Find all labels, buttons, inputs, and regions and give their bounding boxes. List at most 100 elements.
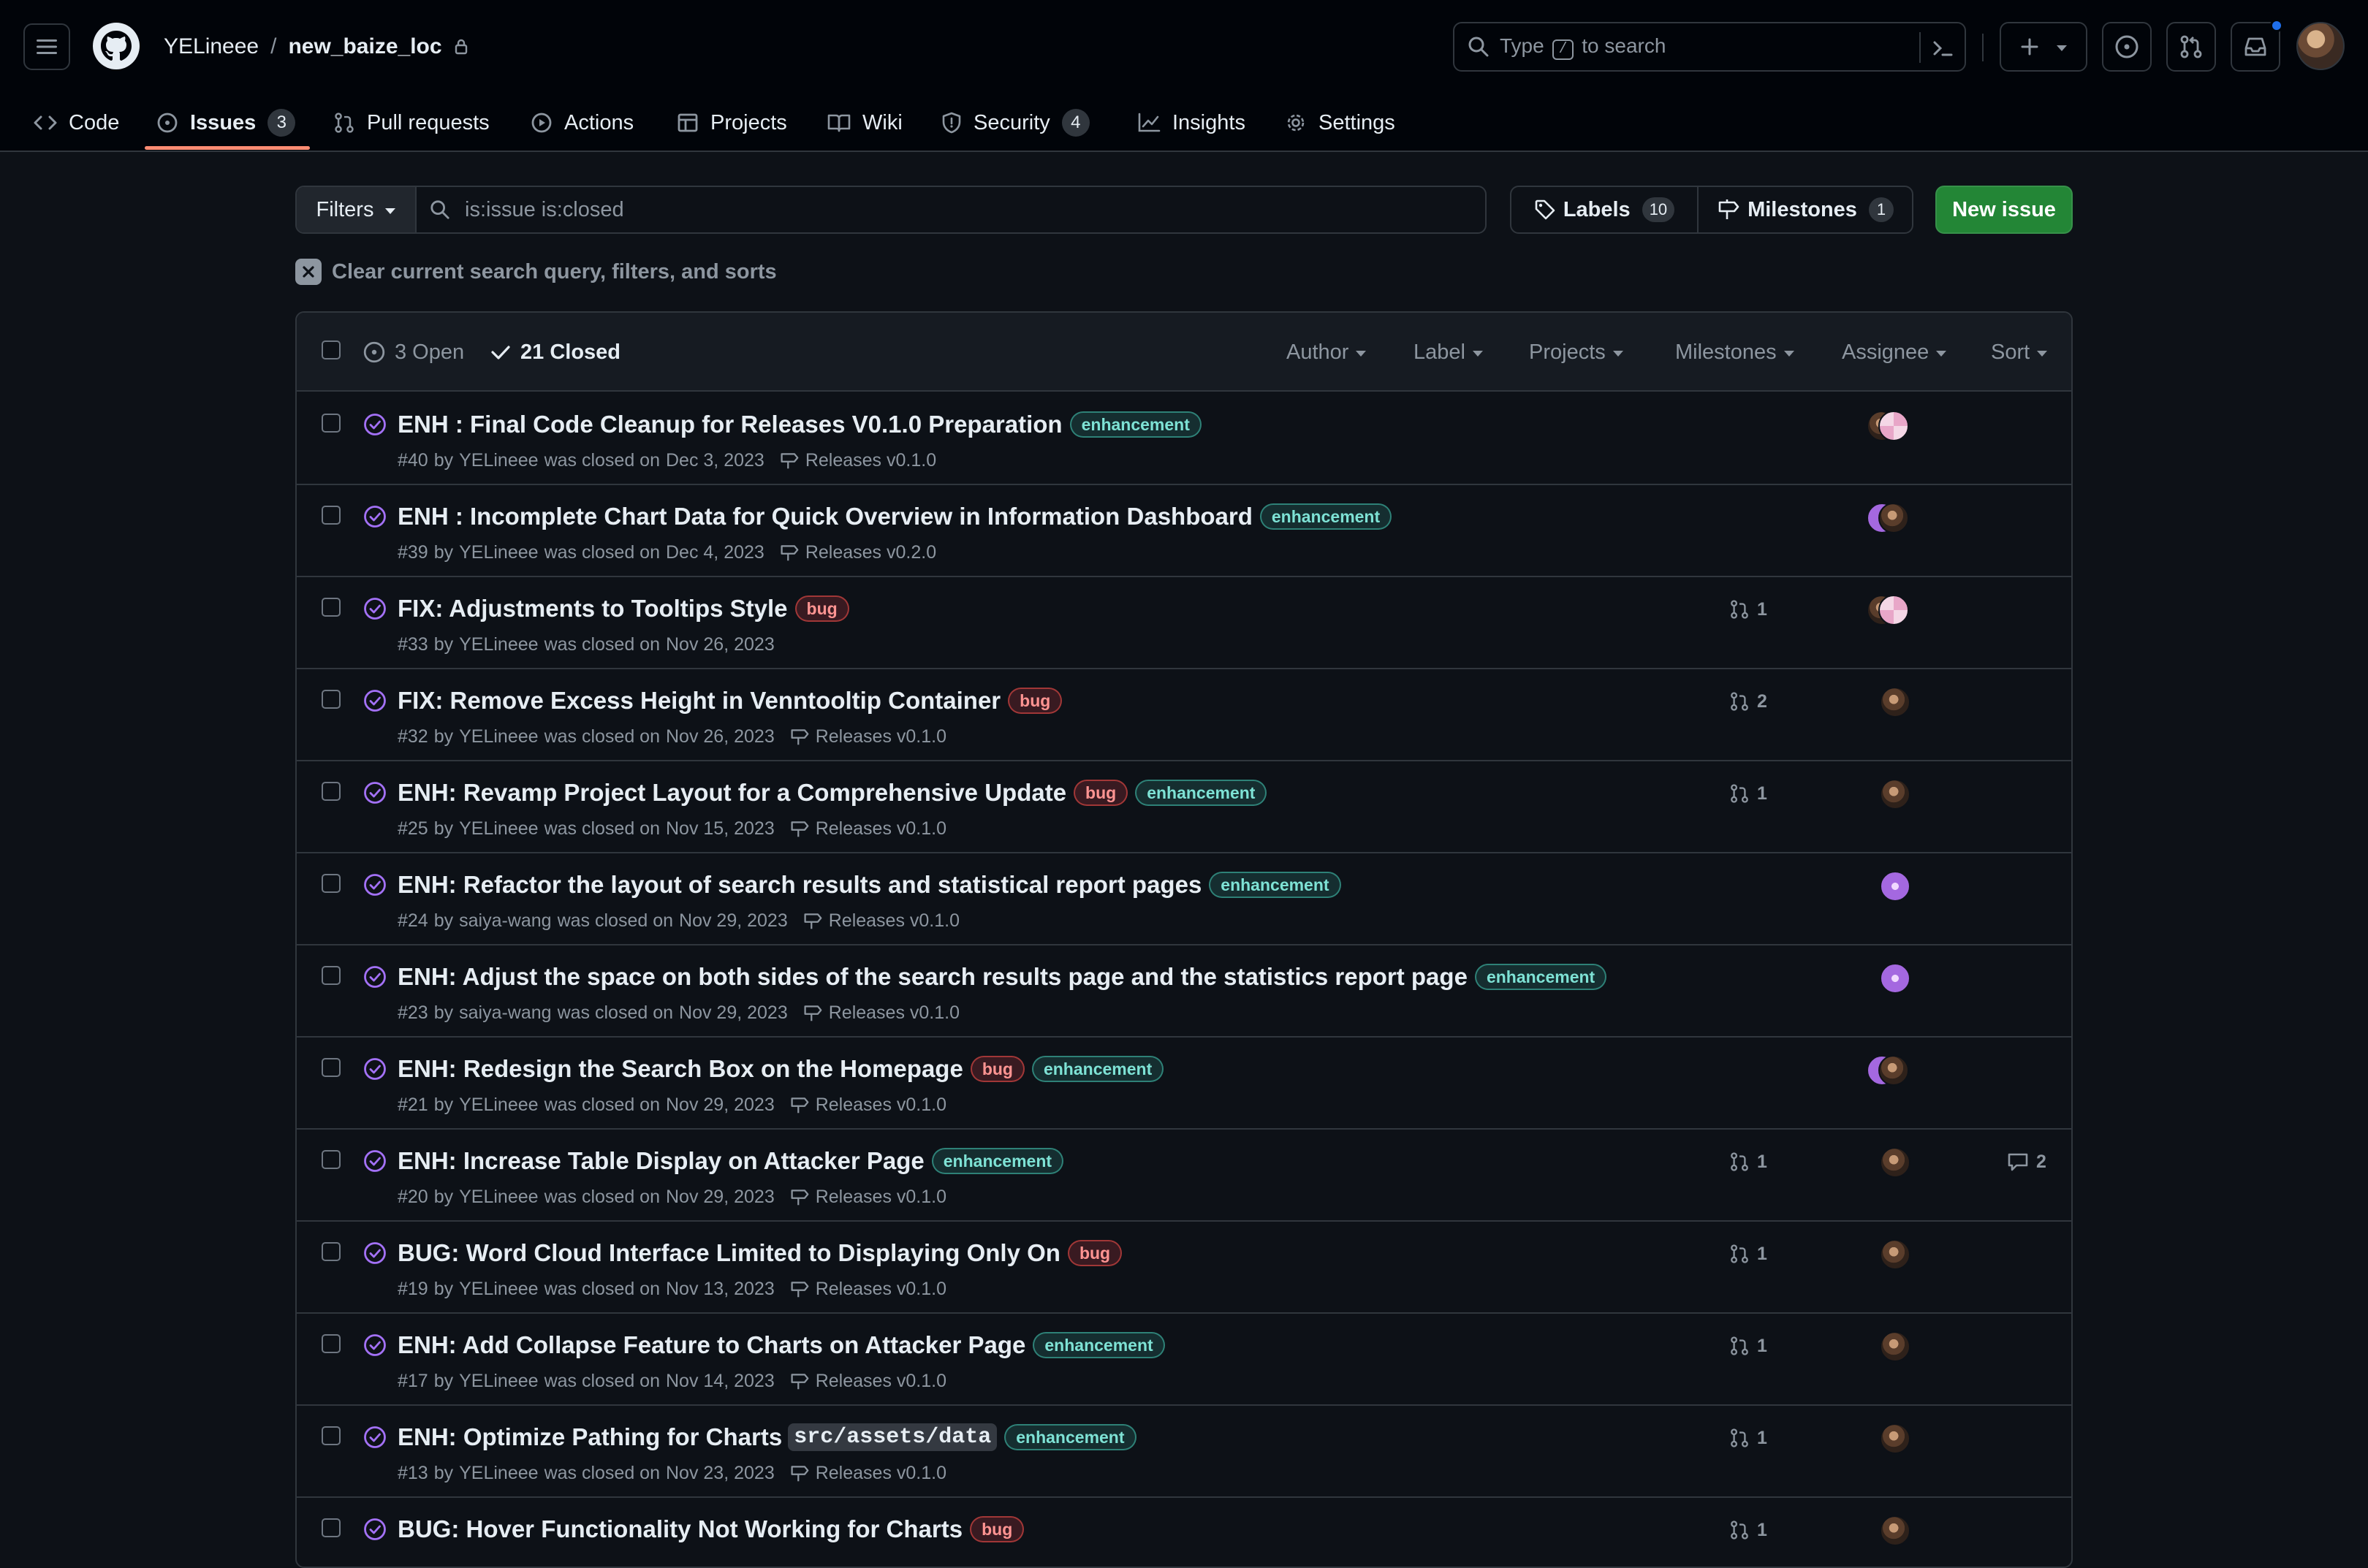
issue-author-link[interactable]: YELineee: [459, 542, 538, 563]
repo-name-link[interactable]: new_baize_loc: [288, 34, 441, 59]
new-issue-button[interactable]: New issue: [1935, 186, 2073, 234]
issue-select-checkbox[interactable]: [322, 1426, 341, 1445]
issue-select-checkbox[interactable]: [322, 1058, 341, 1077]
sort-dropdown[interactable]: Sort: [1991, 338, 2048, 367]
issue-author-link[interactable]: YELineee: [459, 634, 538, 655]
linked-pr-link[interactable]: 1: [1729, 780, 1767, 807]
menu-button[interactable]: [23, 23, 70, 70]
label-bug[interactable]: bug: [794, 595, 849, 622]
issue-row[interactable]: BUG: Word Cloud Interface Limited to Dis…: [297, 1222, 2071, 1314]
issue-row[interactable]: FIX: Remove Excess Height in Venntooltip…: [297, 669, 2071, 761]
issue-row[interactable]: BUG: Hover Functionality Not Working for…: [297, 1498, 2071, 1567]
assignee-avatars[interactable]: [1867, 1239, 1913, 1274]
issue-row[interactable]: ENH: Increase Table Display on Attacker …: [297, 1130, 2071, 1222]
issue-milestone-link[interactable]: Releases v0.1.0: [789, 1279, 946, 1300]
issue-row[interactable]: ENH: Optimize Pathing for Charts src/asse…: [297, 1406, 2071, 1498]
label-enhancement[interactable]: enhancement: [1135, 780, 1267, 806]
projects-filter-dropdown[interactable]: Projects: [1529, 338, 1623, 367]
label-enhancement[interactable]: enhancement: [1209, 872, 1341, 898]
issue-title-link[interactable]: ENH: Redesign the Search Box on the Home…: [398, 1055, 963, 1083]
assignee-avatars[interactable]: [1867, 1515, 1913, 1550]
repo-owner-link[interactable]: YELineee: [164, 34, 259, 59]
linked-pr-link[interactable]: 1: [1729, 1333, 1767, 1359]
issue-title-link[interactable]: ENH: Adjust the space on both sides of t…: [398, 963, 1468, 991]
issue-row[interactable]: ENH : Final Code Cleanup for Releases V0…: [297, 393, 2071, 485]
label-enhancement[interactable]: enhancement: [931, 1148, 1064, 1174]
author-filter-dropdown[interactable]: Author: [1286, 338, 1367, 367]
label-bug[interactable]: bug: [970, 1056, 1025, 1082]
label-bug[interactable]: bug: [1008, 688, 1063, 714]
issue-select-checkbox[interactable]: [322, 966, 341, 985]
comments-link[interactable]: 2: [2007, 1149, 2046, 1175]
issue-title-link[interactable]: ENH: Increase Table Display on Attacker …: [398, 1147, 925, 1175]
tab-code[interactable]: Code: [34, 94, 119, 152]
issue-milestone-link[interactable]: Releases v0.1.0: [779, 450, 936, 471]
issue-select-checkbox[interactable]: [322, 1334, 341, 1353]
milestones-button[interactable]: Milestones 1: [1699, 187, 1912, 232]
issue-select-checkbox[interactable]: [322, 874, 341, 893]
tab-settings[interactable]: Settings: [1285, 94, 1395, 152]
issue-row[interactable]: ENH : Incomplete Chart Data for Quick Ov…: [297, 485, 2071, 577]
open-issues-filter[interactable]: 3 Open: [363, 338, 464, 367]
issue-author-link[interactable]: YELineee: [459, 818, 538, 840]
assignee-avatars[interactable]: [1867, 779, 1913, 814]
tab-security[interactable]: Security 4: [941, 94, 1090, 152]
issues-shortcut-button[interactable]: [2102, 22, 2152, 72]
linked-pr-link[interactable]: 1: [1729, 1241, 1767, 1267]
issue-milestone-link[interactable]: Releases v0.1.0: [789, 818, 946, 840]
issue-author-link[interactable]: YELineee: [459, 1187, 538, 1208]
issue-milestone-link[interactable]: Releases v0.1.0: [802, 910, 960, 932]
issue-row[interactable]: ENH: Refactor the layout of search resul…: [297, 853, 2071, 945]
tab-issues[interactable]: Issues 3: [156, 94, 296, 152]
assignee-avatars[interactable]: [1867, 1331, 1913, 1366]
assignee-avatars[interactable]: [1867, 1055, 1913, 1090]
issue-select-checkbox[interactable]: [322, 690, 341, 709]
tab-insights[interactable]: Insights: [1137, 94, 1245, 152]
label-bug[interactable]: bug: [1067, 1240, 1123, 1266]
issue-author-link[interactable]: saiya-wang: [459, 910, 551, 932]
clear-filters-link[interactable]: Clear current search query, filters, and…: [295, 257, 777, 286]
issue-title-link[interactable]: ENH: Optimize Pathing for Charts: [398, 1423, 782, 1451]
issue-select-checkbox[interactable]: [322, 506, 341, 525]
issue-author-link[interactable]: YELineee: [459, 1095, 538, 1116]
assignee-avatars[interactable]: [1867, 871, 1913, 906]
issue-title-link[interactable]: FIX: Remove Excess Height in Venntooltip…: [398, 687, 1001, 715]
assignee-filter-dropdown[interactable]: Assignee: [1842, 338, 1947, 367]
issue-select-checkbox[interactable]: [322, 414, 341, 433]
assignee-avatars[interactable]: [1867, 1423, 1913, 1458]
user-avatar[interactable]: [2296, 22, 2345, 70]
assignee-avatars[interactable]: [1867, 503, 1913, 538]
assignee-avatars[interactable]: [1867, 687, 1913, 722]
issue-select-checkbox[interactable]: [322, 598, 341, 617]
issue-author-link[interactable]: saiya-wang: [459, 1002, 551, 1024]
issue-title-link[interactable]: ENH : Final Code Cleanup for Releases V0…: [398, 411, 1063, 438]
linked-pr-link[interactable]: 1: [1729, 1425, 1767, 1451]
issue-row[interactable]: ENH: Adjust the space on both sides of t…: [297, 945, 2071, 1038]
label-enhancement[interactable]: enhancement: [1033, 1332, 1165, 1358]
tab-projects[interactable]: Projects: [677, 94, 787, 152]
issue-title-link[interactable]: ENH: Revamp Project Layout for a Compreh…: [398, 779, 1066, 807]
label-bug[interactable]: bug: [1074, 780, 1128, 806]
tab-actions[interactable]: Actions: [531, 94, 634, 152]
issue-title-link[interactable]: FIX: Adjustments to Tooltips Style: [398, 595, 788, 623]
issue-title-link[interactable]: BUG: Hover Functionality Not Working for…: [398, 1515, 963, 1543]
label-enhancement[interactable]: enhancement: [1069, 411, 1202, 438]
issue-select-checkbox[interactable]: [322, 782, 341, 801]
global-search-input[interactable]: Type / to search: [1453, 22, 1966, 72]
issue-milestone-link[interactable]: Releases v0.1.0: [789, 1095, 946, 1116]
github-logo-icon[interactable]: [92, 22, 140, 70]
tab-wiki[interactable]: Wiki: [827, 94, 903, 152]
label-enhancement[interactable]: enhancement: [1474, 964, 1607, 990]
assignee-avatars[interactable]: [1867, 595, 1913, 630]
labels-button[interactable]: Labels 10: [1511, 187, 1699, 232]
issue-select-checkbox[interactable]: [322, 1518, 341, 1537]
linked-pr-link[interactable]: 2: [1729, 688, 1767, 715]
issue-milestone-link[interactable]: Releases v0.1.0: [789, 1371, 946, 1392]
issue-author-link[interactable]: YELineee: [459, 726, 538, 747]
label-enhancement[interactable]: enhancement: [1259, 503, 1392, 530]
label-enhancement[interactable]: enhancement: [1004, 1424, 1136, 1450]
tab-pull-requests[interactable]: Pull requests: [333, 94, 490, 152]
issue-author-link[interactable]: YELineee: [459, 1463, 538, 1484]
issue-row[interactable]: ENH: Add Collapse Feature to Charts on A…: [297, 1314, 2071, 1406]
linked-pr-link[interactable]: 1: [1729, 1517, 1767, 1543]
